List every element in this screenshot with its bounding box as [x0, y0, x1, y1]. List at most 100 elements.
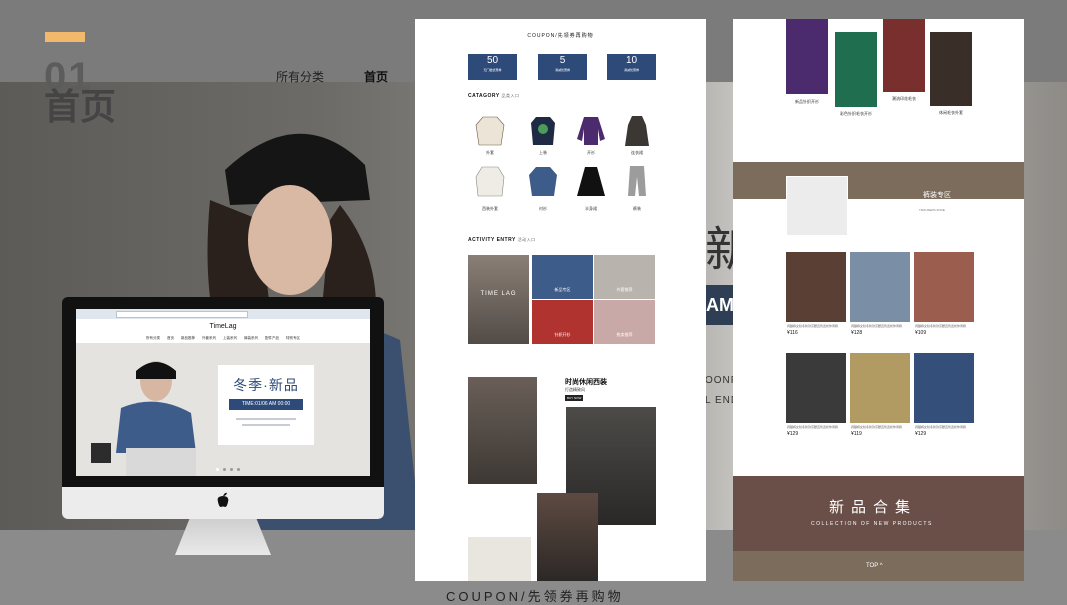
back-to-top-button[interactable]: TOP ^ [866, 563, 883, 569]
site-nav-item[interactable]: 首页 [167, 336, 174, 341]
product-image-red[interactable] [883, 19, 925, 92]
page-mockup-coupon: COUPON/先领券再购物 50 无门槛优惠券 5 满减优惠券 10 满减优惠券… [415, 19, 706, 581]
monitor-stand [175, 519, 271, 555]
site-nav-item[interactable]: 所有分类 [146, 336, 160, 341]
category-label[interactable]: 外套 [470, 150, 510, 156]
feature-photo-bottom[interactable] [537, 493, 598, 581]
activity-tile-label: 新品专区 [554, 287, 571, 292]
category-label[interactable]: 西装外套 [470, 206, 510, 212]
activity-tile[interactable]: 外套推荐 [594, 255, 655, 299]
activity-section-title: ACTIVITY ENTRY 活动入口 [468, 237, 536, 243]
monitor-screen: TimeLag 所有分类 首页 新品推荐 外套系列 上装系列 裤装系列 配件产品… [76, 309, 370, 476]
category-section-title: CATAGORY 品类入口 [468, 93, 519, 99]
product-label[interactable]: 新品针织开衫 [786, 99, 828, 105]
site-brand: TimeLag [209, 323, 237, 330]
feature-photo-bottom-left[interactable] [468, 537, 531, 581]
product-image [786, 252, 846, 322]
trousers-section-band: 裤装专区 TROUSERS ZONE [733, 162, 1024, 236]
activity-tile[interactable]: 热卖推荐 [594, 300, 655, 344]
new-collection-banner[interactable]: 新品合集 COLLECTION OF NEW PRODUCTS [733, 476, 1024, 551]
hero-text-line [242, 424, 290, 426]
category-jacket-image[interactable] [475, 115, 505, 147]
coupon-value: 5 [559, 55, 566, 66]
hero-model-image [91, 361, 196, 476]
product-label[interactable]: 休闲毛衣外套 [930, 110, 972, 116]
category-skirt-image[interactable] [576, 165, 606, 197]
site-nav-item[interactable]: 裤装系列 [244, 336, 258, 341]
product-desc: 阔腿裤女秋冬新款高腰直筒宽松休闲裤 [787, 425, 839, 429]
site-nav-item[interactable]: 外套系列 [202, 336, 216, 341]
product-card[interactable]: 阔腿裤女秋冬新款高腰直筒宽松休闲裤 ¥116 [786, 252, 846, 336]
category-blazer-image[interactable] [475, 165, 505, 197]
coupon-desc: 满减优惠券 [623, 68, 639, 72]
product-label[interactable]: 潮流印花毛衣 [883, 96, 925, 102]
carousel-dot[interactable] [216, 468, 219, 471]
site-nav: 所有分类 首页 新品推荐 外套系列 上装系列 裤装系列 配件产品 特别专区 [146, 336, 370, 341]
product-image [914, 353, 974, 423]
category-label[interactable]: 衬衫 [523, 206, 563, 212]
activity-tile[interactable]: 针织开衫 [532, 300, 593, 344]
product-image [786, 353, 846, 423]
site-nav-item[interactable]: 新品推荐 [181, 336, 195, 341]
coupon-card[interactable]: 10 满减优惠券 [607, 54, 656, 80]
category-label[interactable]: 开衫 [571, 150, 611, 156]
product-card[interactable]: 阔腿裤女秋冬新款高腰直筒宽松休闲裤 ¥119 [850, 353, 910, 437]
product-desc: 阔腿裤女秋冬新款高腰直筒宽松休闲裤 [915, 425, 967, 429]
product-card[interactable]: 阔腿裤女秋冬新款高腰直筒宽松休闲裤 ¥129 [914, 353, 974, 437]
activity-main-tile[interactable]: TIME LAG [468, 255, 529, 344]
category-label[interactable]: 上装 [523, 150, 563, 156]
coupon-desc: 无门槛优惠券 [483, 68, 502, 72]
category-label[interactable]: 连衣裙 [617, 150, 657, 156]
product-price: ¥129 [787, 431, 799, 437]
site-nav-item[interactable]: 配件产品 [265, 336, 279, 341]
coupon-desc: 满减优惠券 [554, 68, 570, 72]
coupon-card[interactable]: 5 满减优惠券 [538, 54, 587, 80]
category-label[interactable]: 半身裙 [571, 206, 611, 212]
nav-all-categories[interactable]: 所有分类 [276, 68, 324, 85]
coupon-card[interactable]: 50 无门槛优惠券 [468, 54, 517, 80]
product-card[interactable]: 阔腿裤女秋冬新款高腰直筒宽松休闲裤 ¥129 [786, 353, 846, 437]
feature-photo-left[interactable] [468, 377, 537, 484]
activity-tile-label: 针织开衫 [554, 332, 571, 337]
category-dress-image[interactable] [622, 115, 652, 147]
product-image-print[interactable] [930, 32, 972, 106]
category-shirt-image[interactable] [528, 165, 558, 197]
coupon-value: 10 [625, 55, 638, 66]
product-image-green[interactable] [835, 32, 877, 107]
category-top-image[interactable] [528, 115, 558, 147]
apple-logo-icon [217, 492, 229, 507]
carousel-dot[interactable] [223, 468, 226, 471]
coupon-value: 50 [486, 55, 499, 66]
hero-title: 冬季·新品 [233, 377, 299, 393]
activity-tile[interactable]: 新品专区 [532, 255, 593, 299]
product-image-purple[interactable] [786, 19, 828, 94]
coupon-header: COUPON/先领券再购物 [527, 33, 594, 39]
hero-banner: 冬季·新品 TIME:01/06 AM 00:00 [76, 343, 370, 476]
activity-tile-label: 热卖推荐 [616, 332, 633, 337]
category-title: CATAGORY [468, 93, 500, 99]
buy-now-button[interactable]: BUY NOW [565, 395, 584, 401]
category-trousers-image[interactable] [622, 165, 652, 197]
site-nav-item[interactable]: 上装系列 [223, 336, 237, 341]
product-card[interactable]: 阔腿裤女秋冬新款高腰直筒宽松休闲裤 ¥128 [850, 252, 910, 336]
product-price: ¥129 [915, 431, 927, 437]
back-to-top-label: TOP [866, 563, 879, 569]
carousel-dot[interactable] [230, 468, 233, 471]
coupon-footer-text: COUPON/先领券再购物 [446, 589, 624, 604]
product-label[interactable]: 彩色针织毛衣开衫 [835, 111, 877, 117]
trousers-banner-image[interactable] [786, 176, 848, 236]
product-desc: 阔腿裤女秋冬新款高腰直筒宽松休闲裤 [851, 324, 903, 328]
category-cardigan-image[interactable] [576, 115, 606, 147]
product-desc: 阔腿裤女秋冬新款高腰直筒宽松休闲裤 [915, 324, 967, 328]
carousel-dots[interactable] [216, 468, 240, 471]
accent-bar [45, 32, 85, 42]
product-price: ¥116 [787, 330, 798, 336]
product-price: ¥128 [851, 330, 863, 336]
product-image [914, 252, 974, 322]
address-bar[interactable] [116, 311, 248, 318]
site-nav-item[interactable]: 特别专区 [286, 336, 300, 341]
category-label[interactable]: 裤装 [617, 206, 657, 212]
product-card[interactable]: 阔腿裤女秋冬新款高腰直筒宽松休闲裤 ¥109 [914, 252, 974, 336]
nav-home[interactable]: 首页 [364, 68, 388, 85]
carousel-dot[interactable] [237, 468, 240, 471]
